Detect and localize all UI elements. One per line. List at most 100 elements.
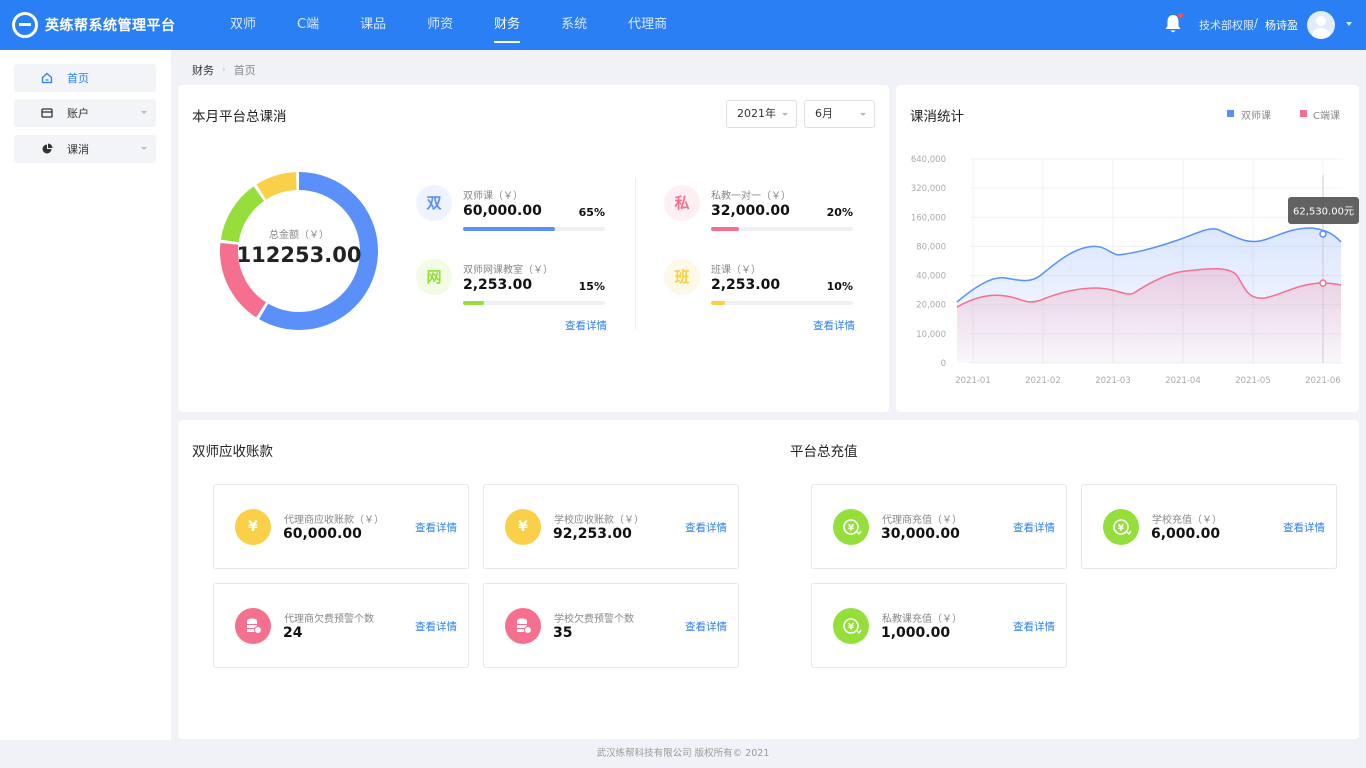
sidebar-item-account[interactable]: 账户 <box>14 99 156 127</box>
breadcrumb-separator-icon: › <box>222 65 226 75</box>
view-details-link[interactable]: 查看详情 <box>685 619 727 634</box>
nav-item-dual-teacher[interactable]: 双师 <box>218 0 268 50</box>
chevron-down-icon <box>141 147 147 150</box>
school-recharge-box: ¥ 学校充值（￥） 6,000.00 查看详情 <box>1081 484 1337 569</box>
y-tick-label: 40,000 <box>916 272 946 282</box>
chevron-down-icon <box>860 113 866 116</box>
hover-point-c[interactable] <box>1319 279 1327 287</box>
chevron-down-icon <box>141 111 147 114</box>
chevron-down-icon[interactable] <box>1346 22 1352 26</box>
year-select[interactable]: 2021年 <box>726 100 797 128</box>
sidebar: 首页 账户 课消 <box>0 50 171 740</box>
svg-text:¥: ¥ <box>1118 524 1125 534</box>
donut-total-value: 112253.00 <box>236 243 362 267</box>
sidebar-item-label: 课消 <box>67 143 89 156</box>
category-value: 32,000.00 <box>711 203 790 219</box>
user-name[interactable]: 杨诗盈 <box>1265 17 1298 33</box>
category-progress-fill <box>463 227 556 231</box>
app-title: 英练帮系统管理平台 <box>45 18 176 34</box>
line-chart: 0 10,000 20,000 40,000 80,000 160,000 320,000 6… <box>911 155 1359 386</box>
category-progress <box>711 227 853 231</box>
private-lesson-badge: 私 <box>664 185 700 221</box>
x-tick-label: 2021-04 <box>1165 376 1201 386</box>
sidebar-item-consumption[interactable]: 课消 <box>14 135 156 163</box>
category-percent: 10% <box>826 280 853 293</box>
nav-item-finance[interactable]: 财务 <box>482 0 532 50</box>
category-value: 2,253.00 <box>463 277 533 293</box>
y-axis: 0 10,000 20,000 40,000 80,000 160,000 320,000 6… <box>911 155 946 369</box>
hover-point-dual[interactable] <box>1319 230 1327 238</box>
stat-value: 30,000.00 <box>881 526 960 542</box>
svg-text:¥: ¥ <box>848 623 855 633</box>
recharge-icon: ¥ <box>1103 509 1139 545</box>
bottom-card <box>178 420 1359 739</box>
recharge-title: 平台总充值 <box>790 444 858 460</box>
category-label: 私教一对一（￥） <box>711 191 791 202</box>
month-select[interactable]: 6月 <box>804 100 875 128</box>
y-tick-label: 640,000 <box>911 155 946 165</box>
x-axis: 2021-01 2021-02 2021-03 2021-04 2021-05 2021-… <box>955 376 1341 386</box>
category-percent: 20% <box>826 206 853 219</box>
category-value: 60,000.00 <box>463 203 542 219</box>
home-icon <box>41 72 53 84</box>
view-details-link[interactable]: 查看详情 <box>565 318 607 333</box>
notification-dot <box>1178 13 1183 18</box>
view-details-link[interactable]: 查看详情 <box>685 520 727 535</box>
view-details-link[interactable]: 查看详情 <box>1013 619 1055 634</box>
top-bar: 英练帮系统管理平台 双师 C端 课品 师资 财务 系统 代理商 技术部权限 / … <box>0 0 1366 50</box>
month-select-value: 6月 <box>815 107 833 120</box>
logo[interactable]: 英练帮系统管理平台 <box>12 12 176 38</box>
category-progress <box>463 227 605 231</box>
nav-item-courses[interactable]: 课品 <box>348 0 398 50</box>
permission-label: 技术部权限 <box>1199 19 1254 32</box>
nav-item-agents[interactable]: 代理商 <box>616 0 679 50</box>
category-progress-fill <box>711 301 726 305</box>
y-tick-label: 320,000 <box>911 184 946 194</box>
view-details-link[interactable]: 查看详情 <box>415 619 457 634</box>
recharge-icon: ¥ <box>833 608 869 644</box>
breadcrumb-root[interactable]: 财务 <box>192 62 214 78</box>
logo-icon <box>12 12 38 38</box>
view-details-link[interactable]: 查看详情 <box>415 520 457 535</box>
nav-item-teachers[interactable]: 师资 <box>415 0 465 50</box>
category-percent: 15% <box>578 280 605 293</box>
sidebar-item-home[interactable]: 首页 <box>14 64 156 92</box>
category-label: 双师课（￥） <box>463 191 523 202</box>
stat-label: 代理商应收账款（￥） <box>284 515 384 526</box>
stat-value: 60,000.00 <box>283 526 362 542</box>
view-details-link[interactable]: 查看详情 <box>1283 520 1325 535</box>
stat-label: 代理商欠费预警个数 <box>284 614 374 625</box>
group-class-badge: 班 <box>664 259 700 295</box>
category-progress-fill <box>711 227 740 231</box>
dual-teacher-badge: 双 <box>416 185 452 221</box>
y-tick-label: 10,000 <box>916 330 946 340</box>
agent-recharge-box: ¥ 代理商充值（￥） 30,000.00 查看详情 <box>811 484 1067 569</box>
nav-item-system[interactable]: 系统 <box>549 0 599 50</box>
category-progress <box>463 301 605 305</box>
stat-value: 35 <box>553 625 573 641</box>
header-separator: / <box>1254 16 1259 30</box>
x-tick-label: 2021-01 <box>955 376 991 386</box>
year-select-value: 2021年 <box>737 107 776 120</box>
sidebar-item-label: 首页 <box>67 72 89 85</box>
view-details-link[interactable]: 查看详情 <box>1013 520 1055 535</box>
x-tick-label: 2021-05 <box>1235 376 1271 386</box>
sidebar-item-label: 账户 <box>67 107 89 120</box>
y-tick-label: 0 <box>941 359 946 369</box>
agent-receivable-box: ¥ 代理商应收账款（￥） 60,000.00 查看详情 <box>213 484 469 569</box>
tooltip-text: 62,530.00元 <box>1293 207 1354 218</box>
avatar[interactable] <box>1307 11 1335 39</box>
x-tick-label: 2021-02 <box>1025 376 1061 386</box>
x-tick-label: 2021-03 <box>1095 376 1131 386</box>
coins-warning-icon <box>505 608 541 644</box>
view-details-link[interactable]: 查看详情 <box>813 318 855 333</box>
divider <box>635 178 636 330</box>
svg-text:¥: ¥ <box>848 524 855 534</box>
stat-value: 1,000.00 <box>881 625 951 641</box>
nav-item-c-end[interactable]: C端 <box>285 0 331 50</box>
stat-value: 92,253.00 <box>553 526 632 542</box>
y-tick-label: 80,000 <box>916 242 946 252</box>
breadcrumb-current: 首页 <box>233 64 256 77</box>
y-tick-label: 160,000 <box>911 213 946 223</box>
recharge-icon: ¥ <box>833 509 869 545</box>
